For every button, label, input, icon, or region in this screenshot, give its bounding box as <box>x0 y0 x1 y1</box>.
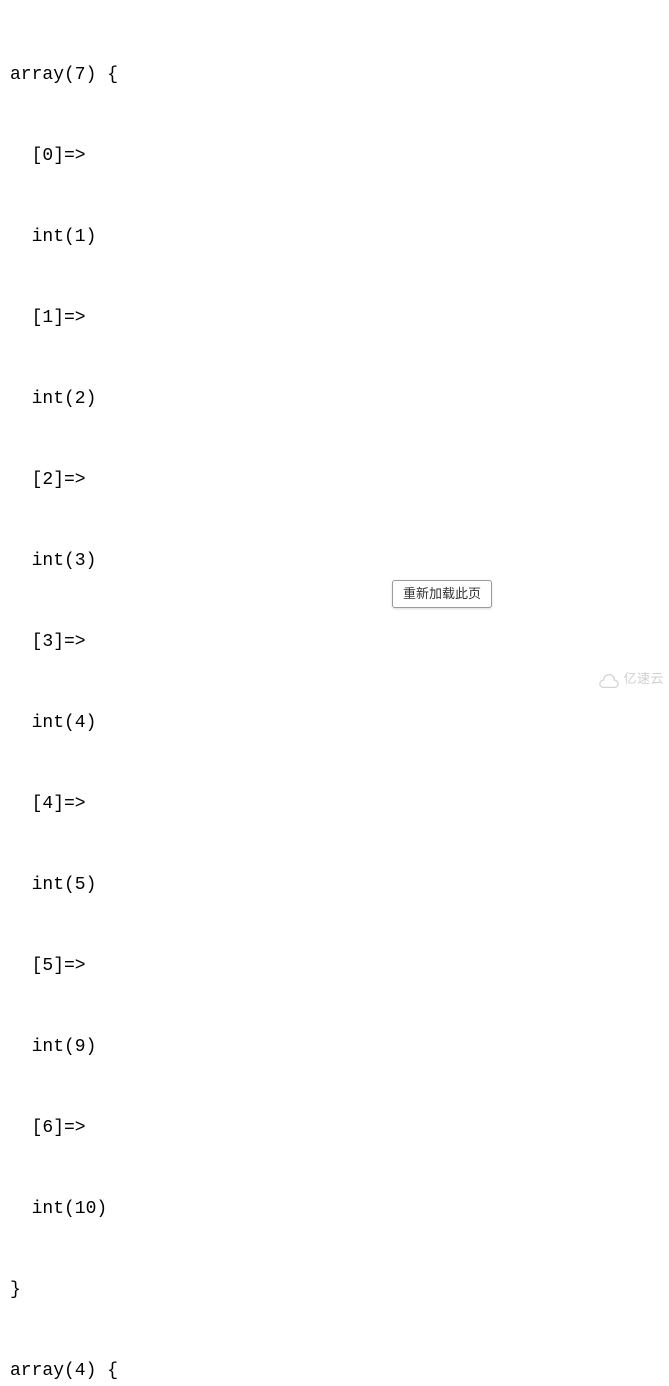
array1-val-2: int(3) <box>10 548 659 575</box>
array1-key-4: [4]=> <box>10 791 659 818</box>
array1-key-3: [3]=> <box>10 629 659 656</box>
array1-val-1: int(2) <box>10 386 659 413</box>
array1-key-6: [6]=> <box>10 1115 659 1142</box>
array1-header: array(7) { <box>10 62 659 89</box>
array1-val-6: int(10) <box>10 1196 659 1223</box>
array2-header: array(4) { <box>10 1358 659 1385</box>
var-dump-output: array(7) { [0]=> int(1) [1]=> int(2) [2]… <box>10 8 659 1386</box>
array1-key-5: [5]=> <box>10 953 659 980</box>
cloud-icon <box>598 670 620 686</box>
array1-key-1: [1]=> <box>10 305 659 332</box>
array1-key-2: [2]=> <box>10 467 659 494</box>
watermark-text: 亿速云 <box>623 669 664 689</box>
array1-val-0: int(1) <box>10 224 659 251</box>
array1-val-3: int(4) <box>10 710 659 737</box>
tooltip-text: 重新加载此页 <box>403 586 481 601</box>
array1-val-4: int(5) <box>10 872 659 899</box>
array1-val-5: int(9) <box>10 1034 659 1061</box>
array1-footer: } <box>10 1277 659 1304</box>
reload-tooltip: 重新加载此页 <box>392 580 492 608</box>
watermark: 亿速云 <box>598 669 664 689</box>
array1-key-0: [0]=> <box>10 143 659 170</box>
